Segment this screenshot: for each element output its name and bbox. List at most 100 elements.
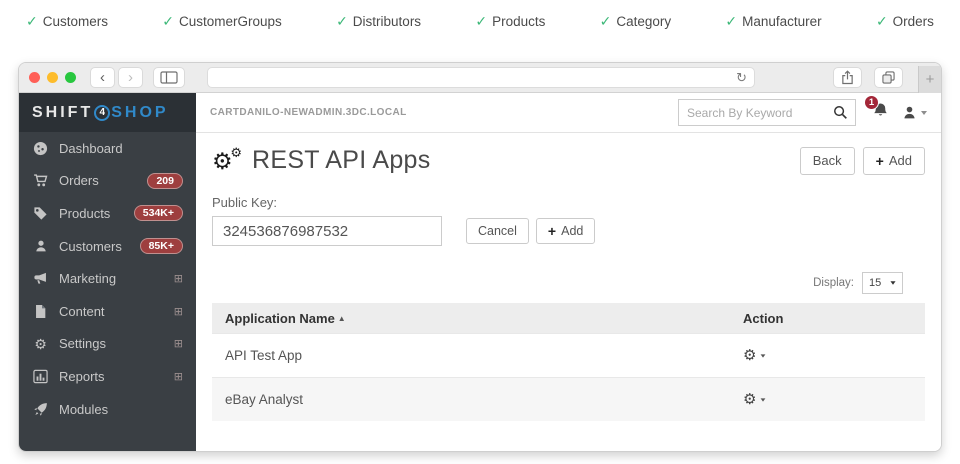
- public-key-row: Cancel +Add: [212, 216, 925, 246]
- check-icon: ✓: [26, 13, 38, 30]
- page-title: REST API Apps: [252, 146, 431, 175]
- user-menu-button[interactable]: [902, 105, 927, 120]
- page-actions: Back +Add: [800, 147, 925, 175]
- share-button[interactable]: [833, 67, 862, 88]
- document-icon: [32, 304, 49, 319]
- bar-chart-icon: [32, 369, 49, 384]
- sidebar-item-label: Customers: [59, 239, 122, 254]
- column-header-application-name[interactable]: Application Name ▲: [225, 311, 743, 326]
- public-key-form: Public Key: Cancel +Add: [212, 195, 925, 246]
- check-icon: ✓: [336, 13, 348, 30]
- breadcrumb: CARTDANILO-NEWADMIN.3DC.LOCAL: [210, 107, 407, 118]
- count-badge: 534K+: [134, 205, 183, 221]
- search-icon: [833, 105, 848, 120]
- new-tab-button[interactable]: +: [918, 66, 941, 93]
- close-window-button[interactable]: [29, 72, 40, 83]
- table-header: Application Name ▲ Action: [212, 303, 925, 333]
- plus-icon: +: [876, 153, 884, 169]
- sidebar-toggle-button[interactable]: [153, 67, 185, 88]
- check-item-orders: ✓ Orders: [876, 13, 934, 30]
- refresh-icon[interactable]: ↻: [736, 71, 747, 84]
- sidebar-item-label: Dashboard: [59, 141, 123, 156]
- add-key-button[interactable]: +Add: [536, 218, 595, 244]
- check-icon: ✓: [162, 13, 174, 30]
- sidebar-item-label: Reports: [59, 369, 105, 384]
- public-key-buttons: Cancel +Add: [466, 218, 595, 244]
- sidebar-item-settings[interactable]: ⚙ Settings ⊞: [19, 328, 196, 361]
- sidebar-item-products[interactable]: Products 534K+: [19, 197, 196, 230]
- search-button[interactable]: [825, 100, 855, 125]
- user-account-icon: [902, 105, 917, 120]
- megaphone-icon: [32, 271, 49, 286]
- check-item-category: ✓ Category: [600, 13, 672, 30]
- logo-text-shop: SHOP: [111, 104, 168, 122]
- check-item-distributors: ✓ Distributors: [336, 13, 421, 30]
- check-item-label: Distributors: [353, 14, 421, 29]
- sidebar-item-dashboard[interactable]: Dashboard: [19, 132, 196, 165]
- expand-icon: ⊞: [174, 272, 183, 285]
- admin-main: CARTDANILO-NEWADMIN.3DC.LOCAL 1: [196, 93, 941, 452]
- check-item-products: ✓ Products: [475, 13, 545, 30]
- rocket-icon: [32, 402, 49, 417]
- address-bar[interactable]: ↻: [207, 67, 755, 88]
- cart-icon: [32, 173, 49, 188]
- tabs-icon: [882, 71, 895, 84]
- share-icon: [841, 70, 854, 85]
- check-item-label: Category: [616, 14, 671, 29]
- page-viewport: SHIFT4SHOP Dashboard Orders 209: [19, 93, 941, 452]
- sidebar-item-label: Content: [59, 304, 105, 319]
- header-actions: 1: [678, 99, 927, 126]
- check-item-label: Customers: [43, 14, 108, 29]
- table-row: eBay Analyst ⚙: [212, 377, 925, 421]
- sidebar-item-content[interactable]: Content ⊞: [19, 295, 196, 328]
- forward-arrow-icon: ›: [128, 69, 133, 86]
- public-key-input[interactable]: [212, 216, 442, 246]
- sidebar-item-modules[interactable]: Modules: [19, 393, 196, 426]
- test-status-bar: ✓ Customers ✓ CustomerGroups ✓ Distribut…: [0, 0, 960, 42]
- browser-chrome: ‹ › ↻ +: [19, 63, 941, 93]
- user-icon: [32, 239, 49, 253]
- sidebar-item-orders[interactable]: Orders 209: [19, 165, 196, 198]
- page-size-select[interactable]: 15: [862, 272, 903, 294]
- plus-icon: +: [926, 71, 935, 88]
- app-name-cell: eBay Analyst: [225, 392, 743, 407]
- minimize-window-button[interactable]: [47, 72, 58, 83]
- forward-nav-button[interactable]: ›: [118, 67, 143, 88]
- page-title-row: ⚙⚙ REST API Apps Back +Add: [212, 146, 925, 175]
- display-count-row: Display: 15: [212, 272, 903, 294]
- add-app-button[interactable]: +Add: [863, 147, 925, 175]
- check-item-label: Manufacturer: [742, 14, 822, 29]
- notifications-button[interactable]: 1: [872, 102, 889, 124]
- public-key-label: Public Key:: [212, 195, 925, 210]
- row-action-menu-button[interactable]: ⚙: [743, 392, 925, 407]
- tabs-overview-button[interactable]: [874, 67, 903, 88]
- sidebar-item-reports[interactable]: Reports ⊞: [19, 360, 196, 393]
- zoom-window-button[interactable]: [65, 72, 76, 83]
- sidebar-item-customers[interactable]: Customers 85K+: [19, 230, 196, 263]
- back-nav-button[interactable]: ‹: [90, 67, 115, 88]
- search-input[interactable]: [679, 106, 825, 120]
- browser-nav-buttons: ‹ ›: [90, 67, 143, 88]
- check-item-label: Orders: [893, 14, 934, 29]
- expand-icon: ⊞: [174, 370, 183, 383]
- check-item-customergroups: ✓ CustomerGroups: [162, 13, 282, 30]
- logo-four-badge: 4: [94, 105, 110, 121]
- row-action-menu-button[interactable]: ⚙: [743, 348, 925, 363]
- expand-icon: ⊞: [174, 337, 183, 350]
- check-item-manufacturer: ✓ Manufacturer: [725, 13, 821, 30]
- browser-window: ‹ › ↻ + SHIF: [18, 62, 942, 452]
- page-size-value: 15: [869, 277, 881, 289]
- chevron-down-icon: [761, 398, 766, 401]
- gears-icon: ⚙: [32, 337, 49, 351]
- check-item-label: CustomerGroups: [179, 14, 282, 29]
- check-item-customers: ✓ Customers: [26, 13, 108, 30]
- sidebar-toggle-icon: [160, 71, 178, 84]
- cancel-button[interactable]: Cancel: [466, 218, 529, 244]
- check-icon: ✓: [725, 13, 737, 30]
- plus-icon: +: [548, 223, 556, 239]
- back-button[interactable]: Back: [800, 147, 855, 175]
- sidebar-item-marketing[interactable]: Marketing ⊞: [19, 262, 196, 295]
- check-icon: ✓: [876, 13, 888, 30]
- window-controls: [29, 72, 76, 83]
- shift4shop-logo[interactable]: SHIFT4SHOP: [19, 93, 196, 132]
